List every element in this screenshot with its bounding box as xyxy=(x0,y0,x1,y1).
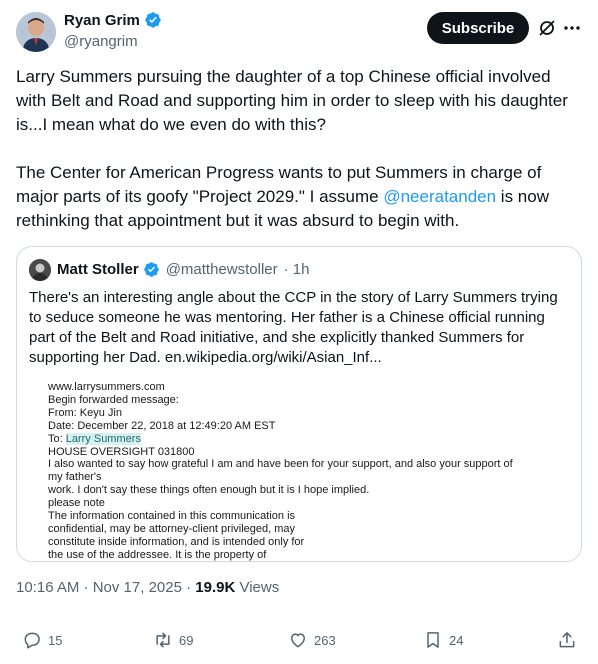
tweet-text: Larry Summers pursuing the daughter of a… xyxy=(16,65,582,233)
grok-icon[interactable] xyxy=(537,18,557,38)
document-line: The information contained in this commun… xyxy=(48,510,296,523)
document-line: please note xyxy=(48,497,105,510)
like-count: 263 xyxy=(314,632,336,648)
tweet-timestamp[interactable]: 10:16 AM · Nov 17, 2025 · xyxy=(16,579,195,596)
document-line: I also wanted to say how grateful I am a… xyxy=(48,458,513,471)
document-to-prefix: To: xyxy=(48,432,66,445)
bookmark-icon xyxy=(427,632,439,648)
document-line: confidential, may be attorney-client pri… xyxy=(48,522,296,535)
share-icon xyxy=(559,632,575,648)
document-line: constitute inside information, and is in… xyxy=(48,535,305,548)
repost-icon xyxy=(156,632,170,648)
heart-icon xyxy=(291,633,305,648)
quoted-author-name[interactable]: Matt Stoller xyxy=(57,261,139,278)
mention-link[interactable]: @neeratanden xyxy=(383,187,496,206)
document-line: the use of the addressee. It is the prop… xyxy=(48,548,267,561)
document-line: From: Keyu Jin xyxy=(48,406,122,419)
quoted-verified-badge-icon xyxy=(143,262,159,277)
tweet-paragraph-1: Larry Summers pursuing the daughter of a… xyxy=(16,67,568,134)
document-line: To: Larry Summers xyxy=(48,432,513,446)
author-avatar[interactable] xyxy=(16,12,56,52)
author-name-row[interactable]: Ryan Grim xyxy=(64,11,162,29)
like-button[interactable]: 263 xyxy=(288,626,336,654)
document-line: www.larrysummers.com xyxy=(48,381,165,393)
document-line: HOUSE OVERSIGHT 031800 xyxy=(48,445,195,458)
subscribe-button[interactable]: Subscribe xyxy=(427,12,529,44)
document-text: www.larrysummers.com Begin forwarded mes… xyxy=(48,381,513,561)
share-button[interactable] xyxy=(557,626,577,654)
reply-icon xyxy=(24,632,40,649)
verified-badge-icon xyxy=(145,12,161,28)
quoted-document-image[interactable]: www.larrysummers.com Begin forwarded mes… xyxy=(17,381,581,561)
reply-count: 15 xyxy=(48,632,63,648)
document-line: work. I don't say these things often eno… xyxy=(48,484,370,497)
document-line: Date: December 22, 2018 at 12:49:20 AM E… xyxy=(48,419,276,432)
repost-count: 69 xyxy=(179,632,194,648)
quoted-author-row: Matt Stoller @matthewstoller · 1h xyxy=(57,261,309,278)
repost-button[interactable]: 69 xyxy=(153,626,193,654)
quoted-author-handle[interactable]: @matthewstoller xyxy=(166,261,278,278)
document-highlight: Larry Summers xyxy=(65,432,141,445)
bookmark-count: 24 xyxy=(449,632,464,648)
more-options-icon[interactable] xyxy=(562,18,582,38)
quoted-tweet-card[interactable]: Matt Stoller @matthewstoller · 1h There'… xyxy=(16,246,582,562)
action-bar: 15 69 263 24 xyxy=(0,626,598,654)
tweet-meta: 10:16 AM · Nov 17, 2025 · 19.9K Views xyxy=(16,579,279,596)
views-label: Views xyxy=(235,579,280,596)
bookmark-button[interactable]: 24 xyxy=(423,626,463,654)
views-count: 19.9K xyxy=(195,579,236,596)
author-display-name[interactable]: Ryan Grim xyxy=(64,12,140,29)
document-line: my father's xyxy=(48,471,102,484)
tweet-paragraph-2: The Center for American Progress wants t… xyxy=(16,161,582,233)
reply-button[interactable]: 15 xyxy=(22,626,62,654)
quoted-time[interactable]: · 1h xyxy=(284,261,310,278)
author-handle[interactable]: @ryangrim xyxy=(64,33,138,50)
quoted-author-avatar[interactable] xyxy=(29,259,51,281)
quoted-tweet-text: There's an interesting angle about the C… xyxy=(29,289,558,366)
document-line: Begin forwarded message: xyxy=(48,393,179,406)
